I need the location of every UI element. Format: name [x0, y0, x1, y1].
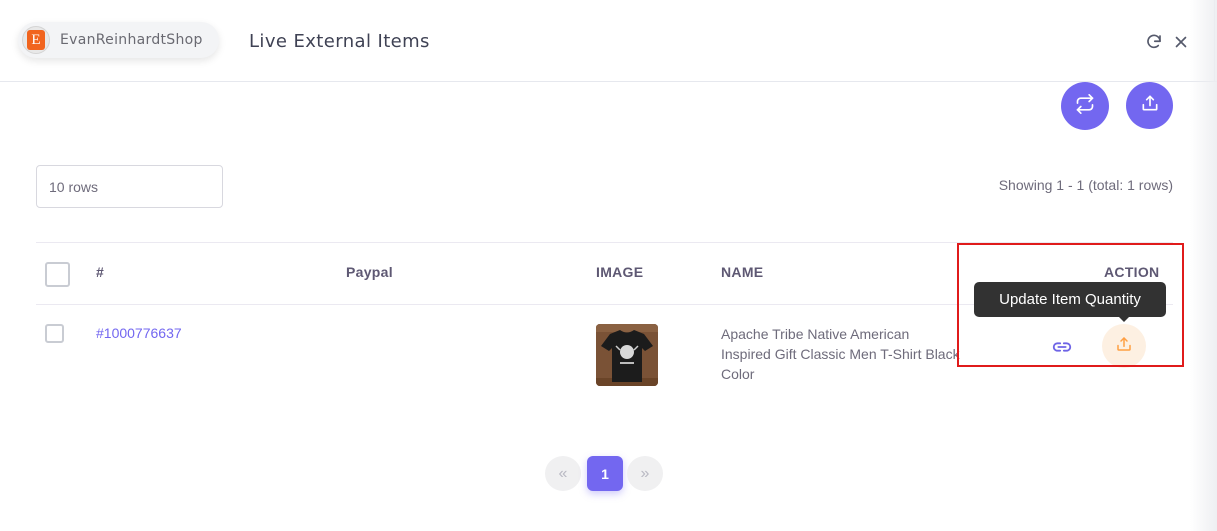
column-header-paypal: Paypal [346, 264, 393, 280]
shop-name: EvanReinhardtShop [60, 32, 203, 48]
showing-count: Showing 1 - 1 (total: 1 rows) [998, 177, 1173, 193]
etsy-logo-icon: E [27, 30, 45, 50]
upload-icon [1140, 93, 1160, 118]
modal-header: E EvanReinhardtShop Live External Items [0, 0, 1217, 82]
item-id-link[interactable]: #1000776637 [96, 325, 182, 341]
scroll-shadow [1190, 0, 1217, 531]
export-button[interactable] [1126, 82, 1173, 129]
pagination-prev-button[interactable]: « [545, 456, 581, 491]
select-all-checkbox[interactable] [45, 262, 70, 287]
rows-per-page-select[interactable]: 10 rows [36, 165, 223, 208]
pagination-next-button[interactable]: » [627, 456, 663, 491]
column-header-name: NAME [721, 264, 764, 280]
close-icon[interactable] [1172, 33, 1190, 51]
column-header-id: # [96, 264, 105, 280]
sync-button[interactable] [1061, 82, 1109, 130]
rows-per-page-value: 10 rows [49, 178, 99, 195]
refresh-icon[interactable] [1145, 33, 1163, 51]
sync-arrows-icon [1075, 93, 1095, 119]
action-highlight-box [957, 243, 1184, 367]
pagination-current-page[interactable]: 1 [587, 456, 623, 491]
row-checkbox[interactable] [45, 324, 64, 343]
column-header-image: IMAGE [596, 264, 644, 280]
shop-chip[interactable]: E EvanReinhardtShop [18, 22, 219, 58]
shop-avatar: E [22, 26, 50, 54]
page-title: Live External Items [249, 31, 430, 52]
product-name: Apache Tribe Native American Inspired Gi… [721, 326, 960, 382]
product-image [596, 324, 658, 386]
